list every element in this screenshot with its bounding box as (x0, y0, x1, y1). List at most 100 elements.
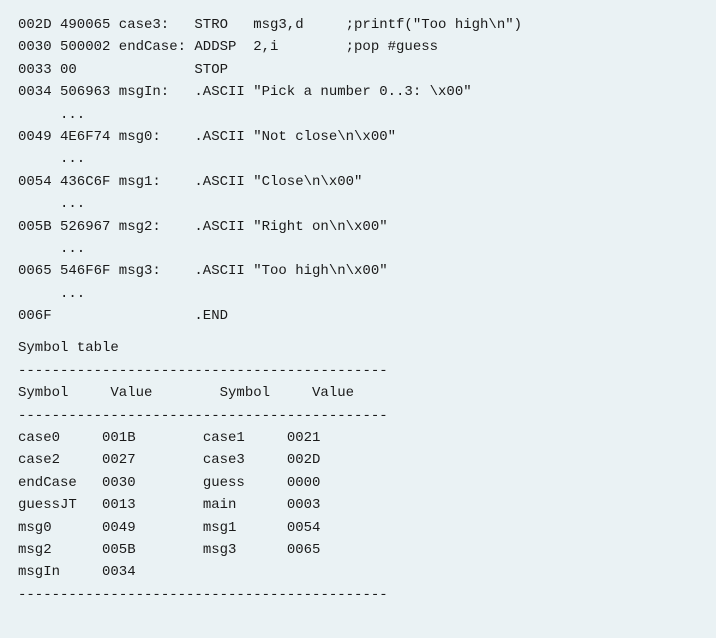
col-oper: msg3,d (253, 14, 345, 36)
col-header: Symbol (220, 382, 304, 404)
symbol-cell: 005B (102, 539, 203, 561)
symbol-table-row: msg2005Bmsg30065 (18, 539, 698, 561)
symbol-cell: 0003 (287, 494, 321, 516)
divider: ----------------------------------------… (18, 405, 698, 427)
col-mnem: STOP (194, 59, 253, 81)
col-addr: 0033 (18, 59, 60, 81)
col-obj: ... (60, 104, 119, 126)
col-oper: "Not close\n\x00" (253, 129, 396, 145)
col-addr: 0054 (18, 171, 60, 193)
col-oper: "Pick a number 0..3: \x00" (253, 84, 471, 100)
col-obj: 546F6F (60, 260, 119, 282)
col-addr: 002D (18, 14, 60, 36)
listing-row: ... (18, 283, 698, 305)
col-obj: 4E6F74 (60, 126, 119, 148)
col-label: case3: (119, 14, 195, 36)
symbol-cell: 0065 (287, 539, 321, 561)
col-label: msgIn: (119, 81, 195, 103)
col-oper: "Too high\n\x00" (253, 263, 387, 279)
symbol-table-row: guessJT0013main0003 (18, 494, 698, 516)
symbol-cell: 002D (287, 449, 321, 471)
listing-row: 0054436C6Fmsg1:.ASCII"Close\n\x00" (18, 171, 698, 193)
symbol-table-row: case0001Bcase10021 (18, 427, 698, 449)
listing-row: ... (18, 148, 698, 170)
col-oper: "Right on\n\x00" (253, 219, 387, 235)
symbol-cell: 0027 (102, 449, 203, 471)
symbol-cell: msg1 (203, 517, 287, 539)
symbol-table-header: Symbol Value Symbol Value (18, 382, 698, 404)
col-mnem: ADDSP (194, 36, 253, 58)
col-label: msg3: (119, 260, 195, 282)
col-obj: 500002 (60, 36, 119, 58)
col-mnem: .ASCII (194, 171, 253, 193)
symbol-cell: guessJT (18, 494, 102, 516)
symbol-cell: case1 (203, 427, 287, 449)
symbol-cell: msg3 (203, 539, 287, 561)
col-oper: 2,i (253, 36, 345, 58)
col-header: Value (110, 382, 211, 404)
col-addr: 006F (18, 305, 60, 327)
symbol-cell: 001B (102, 427, 203, 449)
col-obj: 00 (60, 59, 119, 81)
col-obj: ... (60, 238, 119, 260)
col-addr: 005B (18, 216, 60, 238)
listing-row: ... (18, 104, 698, 126)
symbol-cell: endCase (18, 472, 102, 494)
symbol-cell: msg0 (18, 517, 102, 539)
col-obj: 490065 (60, 14, 119, 36)
divider: ----------------------------------------… (18, 360, 698, 382)
col-obj: 506963 (60, 81, 119, 103)
col-obj: 436C6F (60, 171, 119, 193)
col-cmt: ;printf("Too high\n") (346, 14, 522, 36)
col-mnem: .ASCII (194, 126, 253, 148)
symbol-table-row: case20027case3002D (18, 449, 698, 471)
assembly-listing: 002D490065case3:STROmsg3,d;printf("Too h… (18, 14, 698, 327)
symbol-cell: case0 (18, 427, 102, 449)
listing-row: 005B526967msg2:.ASCII"Right on\n\x00" (18, 216, 698, 238)
listing-row: 0034506963msgIn:.ASCII"Pick a number 0..… (18, 81, 698, 103)
col-header: Value (312, 382, 354, 404)
col-addr: 0030 (18, 36, 60, 58)
symbol-cell: 0021 (287, 427, 321, 449)
col-label: endCase: (119, 36, 195, 58)
symbol-table-row: msg00049msg10054 (18, 517, 698, 539)
col-obj: ... (60, 148, 119, 170)
symbol-table-row: endCase0030guess0000 (18, 472, 698, 494)
col-label: msg1: (119, 171, 195, 193)
listing-row: 002D490065case3:STROmsg3,d;printf("Too h… (18, 14, 698, 36)
col-mnem: .END (194, 305, 253, 327)
symbol-cell: main (203, 494, 287, 516)
col-addr: 0065 (18, 260, 60, 282)
symbol-cell: 0013 (102, 494, 203, 516)
symbol-cell: msg2 (18, 539, 102, 561)
col-obj: 526967 (60, 216, 119, 238)
col-header: Symbol (18, 382, 102, 404)
divider: ----------------------------------------… (18, 584, 698, 606)
symbol-table-row: msgIn0034 (18, 561, 698, 583)
symbol-cell: 0030 (102, 472, 203, 494)
col-oper: "Close\n\x00" (253, 174, 362, 190)
col-label: msg0: (119, 126, 195, 148)
listing-row: ... (18, 193, 698, 215)
col-mnem: .ASCII (194, 81, 253, 103)
col-addr: 0049 (18, 126, 60, 148)
listing-row: 0065546F6Fmsg3:.ASCII"Too high\n\x00" (18, 260, 698, 282)
col-addr: 0034 (18, 81, 60, 103)
listing-row: 0030500002endCase:ADDSP2,i;pop #guess (18, 36, 698, 58)
symbol-table-body: case0001Bcase10021case20027case3002DendC… (18, 427, 698, 584)
listing-row: 006F .END (18, 305, 698, 327)
symbol-table-title: Symbol table (18, 337, 698, 359)
col-cmt: ;pop #guess (346, 36, 438, 58)
symbol-cell: guess (203, 472, 287, 494)
col-mnem: STRO (194, 14, 253, 36)
symbol-cell: 0054 (287, 517, 321, 539)
col-label: msg2: (119, 216, 195, 238)
listing-row: ... (18, 238, 698, 260)
col-obj: ... (60, 283, 119, 305)
listing-row: 00494E6F74msg0:.ASCII"Not close\n\x00" (18, 126, 698, 148)
col-mnem: .ASCII (194, 216, 253, 238)
col-obj: ... (60, 193, 119, 215)
symbol-cell: msgIn (18, 561, 102, 583)
symbol-cell: 0000 (287, 472, 321, 494)
symbol-cell: 0049 (102, 517, 203, 539)
